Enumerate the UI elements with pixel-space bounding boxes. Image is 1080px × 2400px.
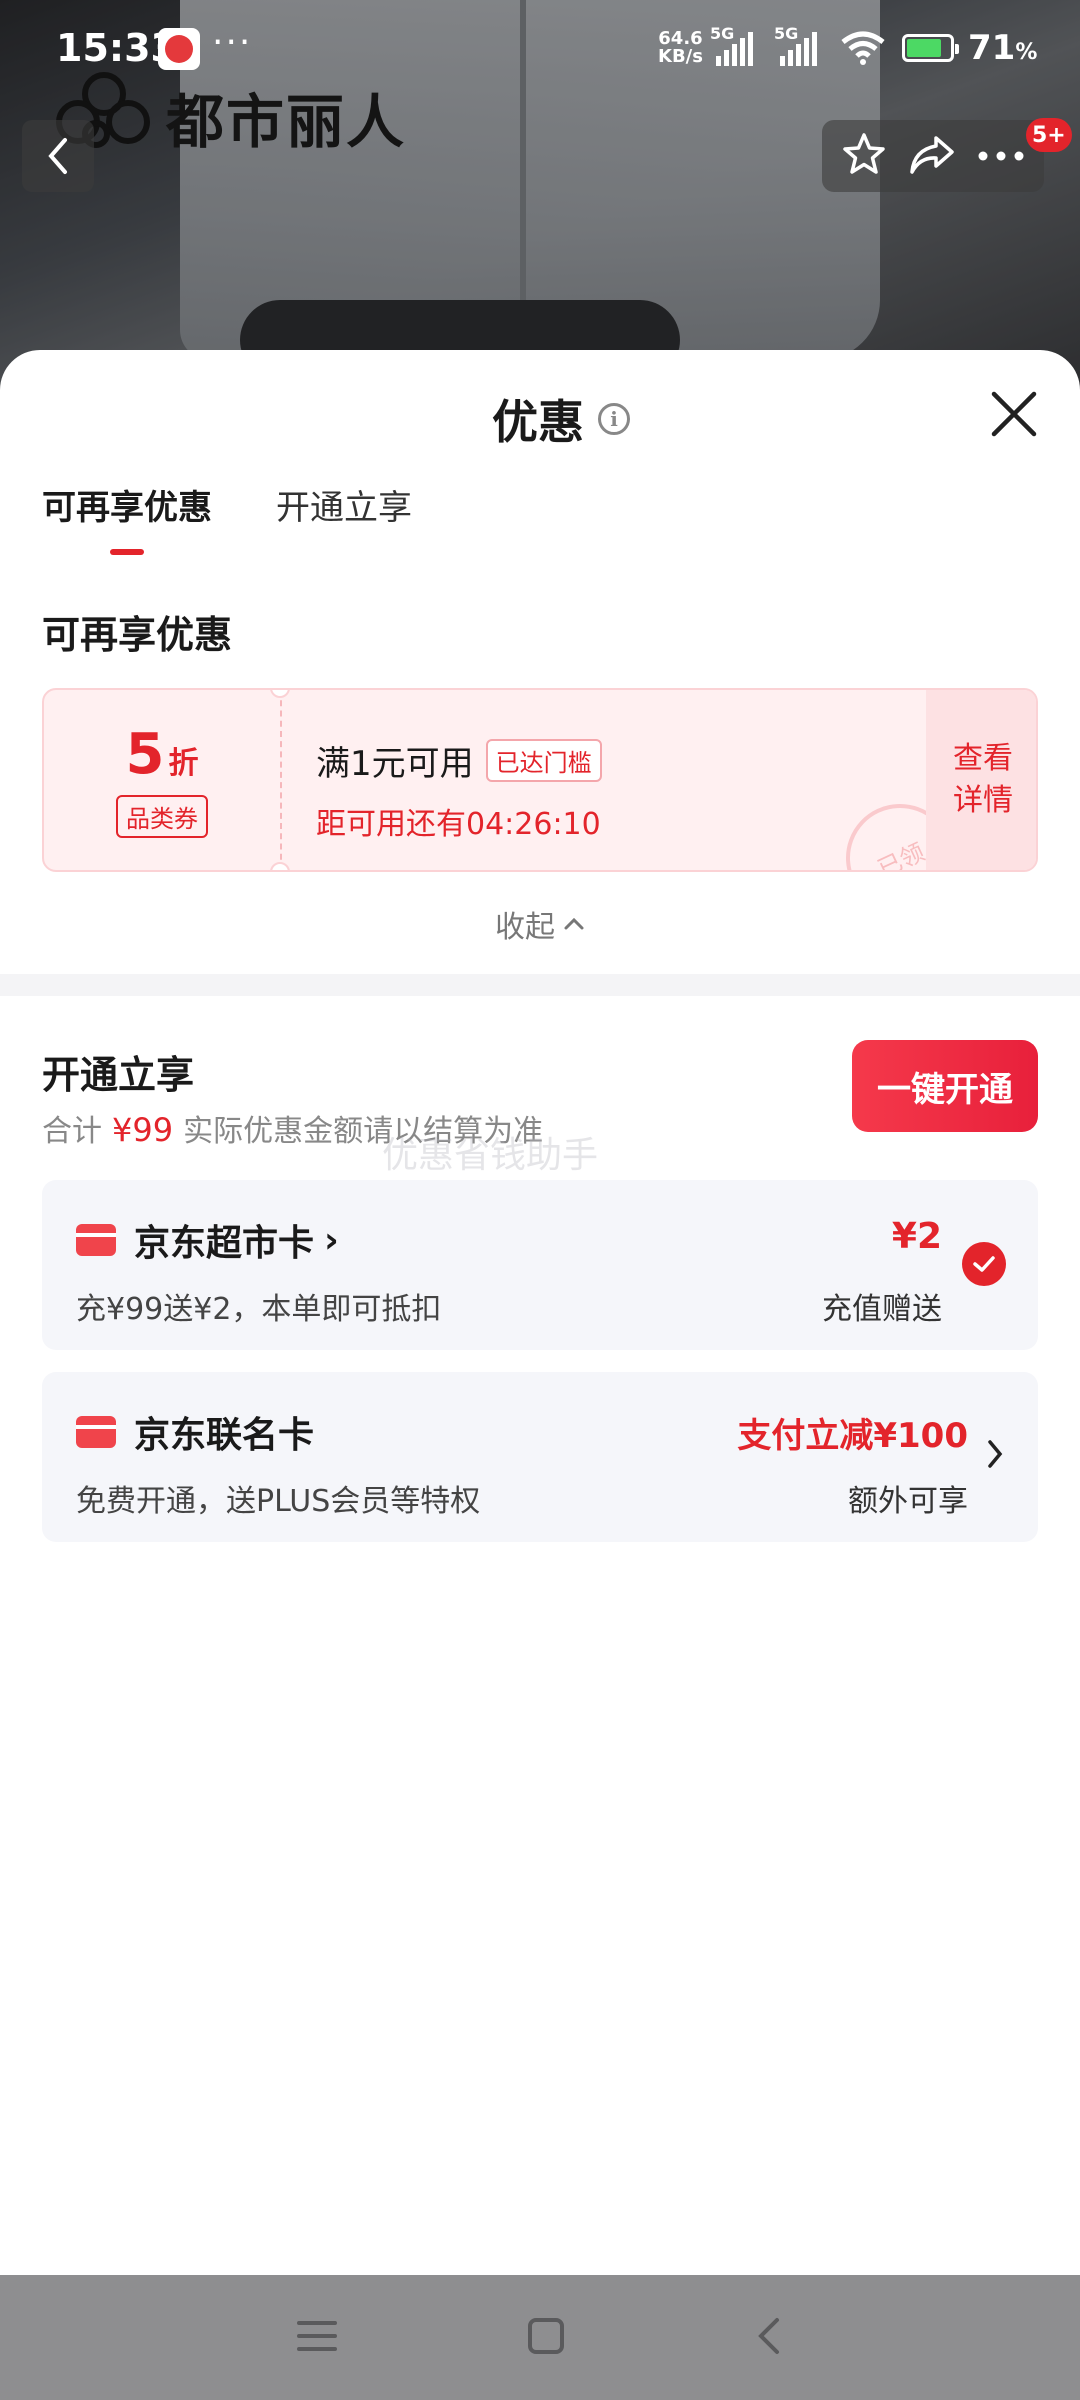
top-action-group	[822, 120, 1044, 192]
card-desc: 充¥99送¥2，本单即可抵扣	[76, 1292, 442, 1327]
coupon-divider	[280, 690, 282, 870]
section-title-open-enjoy: 开通立享	[42, 1053, 195, 1097]
nav-home-button[interactable]	[527, 2317, 565, 2359]
back-icon	[758, 2317, 779, 2354]
coupon-countdown: 距可用还有04:26:10	[316, 807, 601, 842]
section-divider	[0, 974, 1080, 996]
chevron-up-icon	[564, 917, 584, 930]
notification-badge: 5+	[1026, 118, 1072, 152]
signal-2-icon: 5G	[774, 24, 817, 66]
card-icon	[76, 1416, 116, 1448]
card-name-text: 京东超市卡	[134, 1223, 315, 1264]
status-more: ···	[212, 22, 253, 63]
total-price: ¥99	[112, 1111, 174, 1149]
card-value-label: 充值赠送	[822, 1292, 942, 1327]
chevron-left-icon	[48, 138, 67, 174]
threshold-met-tag: 已达门槛	[485, 739, 602, 782]
network-speed: 64.6 KB/s	[658, 30, 703, 66]
sim2-tag: 5G	[774, 24, 799, 43]
collapse-button[interactable]: 收起	[0, 902, 1080, 946]
tab-more-offers[interactable]: 可再享优惠	[42, 480, 212, 555]
brand-name: 都市丽人	[166, 88, 407, 156]
coupon-discount: 5 折	[126, 722, 199, 787]
chevron-right-icon	[986, 1438, 1004, 1474]
selected-checkbox[interactable]	[962, 1242, 1006, 1286]
more-button[interactable]	[977, 147, 1025, 166]
nav-menu-button[interactable]	[297, 2319, 337, 2357]
share-icon	[910, 136, 954, 174]
card-desc: 免费开通，送PLUS会员等特权	[76, 1484, 481, 1519]
card-name[interactable]: 京东超市卡 ›	[134, 1214, 339, 1266]
close-icon	[991, 391, 1037, 437]
coupon-category-tag: 品类券	[116, 795, 208, 838]
jd-supermarket-card-row[interactable]: 京东超市卡 › 充¥99送¥2，本单即可抵扣 ¥2 充值赠送	[42, 1180, 1038, 1350]
signal-1-icon: 5G	[710, 24, 753, 66]
battery-percent: 71%	[968, 28, 1038, 68]
coupon-info: 满1元可用 已达门槛 距可用还有04:26:10	[316, 736, 602, 843]
star-icon	[842, 133, 885, 174]
offers-sheet: 优惠 i 可再享优惠 开通立享 可再享优惠 5 折 品类券 满1元可用 已达门槛…	[0, 350, 1080, 2275]
chevron-right-icon: ›	[324, 1219, 339, 1261]
card-value: ¥2	[891, 1216, 942, 1257]
wifi-icon	[840, 30, 886, 70]
collapse-label: 收起	[495, 910, 555, 945]
coupon-discount-unit: 折	[168, 746, 199, 781]
favorite-button[interactable]	[841, 131, 887, 181]
watermark: 优惠省钱助手	[382, 1135, 599, 1176]
home-icon	[528, 2317, 564, 2354]
sim1-tag: 5G	[710, 24, 735, 43]
battery-icon	[902, 34, 959, 62]
card-value: 支付立减¥100	[737, 1416, 968, 1456]
back-button[interactable]	[22, 120, 94, 192]
coupon-condition-row: 满1元可用 已达门槛	[316, 736, 602, 785]
total-label: 合计	[42, 1114, 102, 1149]
offer-tabs: 可再享优惠 开通立享	[42, 480, 412, 555]
sheet-title-group: 优惠 i	[492, 386, 630, 452]
card-value-label: 额外可享	[848, 1484, 968, 1519]
nav-back-button[interactable]	[755, 2316, 783, 2360]
one-click-open-button[interactable]: 一键开通	[852, 1040, 1038, 1132]
menu-icon	[297, 2320, 337, 2351]
view-details-line2: 详情	[953, 783, 1013, 818]
close-button[interactable]	[988, 388, 1040, 440]
system-nav-bar	[0, 2275, 1080, 2400]
card-name-text: 京东联名卡	[134, 1415, 315, 1456]
section-title-more-offers: 可再享优惠	[42, 613, 233, 657]
info-icon[interactable]: i	[598, 403, 630, 435]
view-details-line1: 查看	[953, 741, 1013, 776]
coupon-notch-bottom	[270, 862, 290, 870]
app-notification-icon	[158, 28, 200, 70]
view-details-button[interactable]: 查看 详情	[926, 690, 1036, 870]
sheet-title: 优惠	[492, 395, 584, 449]
card-name: 京东联名卡	[134, 1406, 314, 1458]
coupon-value-area: 5 折 品类券	[44, 690, 280, 870]
share-button[interactable]	[908, 132, 956, 180]
check-icon	[973, 1256, 995, 1272]
brand-logo: 都市丽人	[56, 72, 406, 162]
coupon-condition: 满1元可用	[316, 744, 474, 784]
tab-open-enjoy[interactable]: 开通立享	[276, 480, 412, 555]
network-speed-unit: KB/s	[658, 46, 703, 67]
coupon-card[interactable]: 5 折 品类券 满1元可用 已达门槛 距可用还有04:26:10 已领 查看 详…	[42, 688, 1038, 872]
more-icon	[978, 151, 1024, 160]
coupon-discount-number: 5	[125, 722, 165, 787]
card-icon	[76, 1224, 116, 1256]
jd-co-brand-card-row[interactable]: 京东联名卡 免费开通，送PLUS会员等特权 支付立减¥100 额外可享	[42, 1372, 1038, 1542]
